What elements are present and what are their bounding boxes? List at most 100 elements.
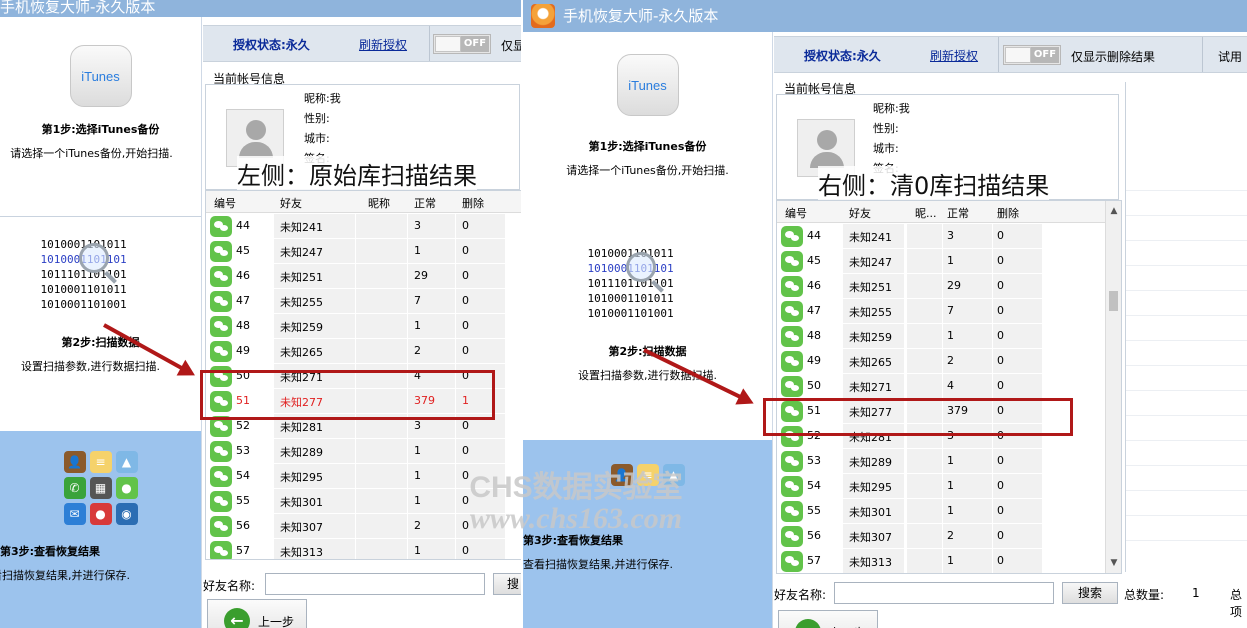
- row-deleted-count: 0: [462, 344, 469, 357]
- video-icon: ▦: [89, 477, 112, 499]
- nickname-field: 昵称:我: [873, 102, 910, 115]
- prev-step-button[interactable]: ← 上一步: [778, 610, 878, 628]
- step1-panel[interactable]: iTunes 第1步:选择iTunes备份 请选择一个iTunes备份,开始扫描…: [0, 45, 201, 161]
- row-normal-count: 1: [947, 454, 954, 467]
- col-normal[interactable]: 正常: [947, 205, 969, 221]
- table-row[interactable]: 47 未知255 7 0: [206, 289, 506, 314]
- col-normal[interactable]: 正常: [414, 195, 436, 211]
- scrollbar-thumb[interactable]: [1109, 291, 1118, 311]
- row-normal-count: 3: [414, 219, 421, 232]
- row-id: 57: [807, 554, 821, 567]
- prev-step-button[interactable]: ← 上一步: [207, 599, 307, 628]
- table-row[interactable]: 46 未知251 29 0: [777, 274, 1107, 299]
- table-row[interactable]: 55 未知301 1 0: [777, 499, 1107, 524]
- col-id[interactable]: 编号: [214, 195, 236, 211]
- table-row[interactable]: 48 未知259 1 0: [206, 314, 506, 339]
- left-sidebar: iTunes 第1步:选择iTunes备份 请选择一个iTunes备份,开始扫描…: [0, 17, 202, 628]
- row-normal-count: 29: [947, 279, 961, 292]
- step-divider: [0, 216, 201, 217]
- col-id[interactable]: 编号: [785, 205, 807, 221]
- step3-title: 第3步:查看恢复结果: [523, 534, 624, 547]
- friend-name-input[interactable]: [265, 573, 485, 595]
- table-row[interactable]: 57 未知313 1 0: [206, 539, 506, 559]
- col-deleted[interactable]: 删除: [997, 205, 1019, 221]
- table-row[interactable]: 53 未知289 1 0: [206, 439, 506, 464]
- row-normal-count: 1: [947, 254, 954, 267]
- row-normal-count: 1: [947, 554, 954, 567]
- row-id: 45: [236, 244, 250, 257]
- row-deleted-count: 0: [997, 504, 1004, 517]
- deleted-only-toggle[interactable]: OFF: [1003, 45, 1061, 65]
- col-nick[interactable]: 昵...: [915, 205, 937, 221]
- row-id: 44: [807, 229, 821, 242]
- step1-desc: 请选择一个iTunes备份,开始扫描.: [10, 147, 173, 160]
- wechat-icon: [210, 316, 232, 337]
- refresh-auth-link[interactable]: 刷新授权: [930, 47, 978, 64]
- step1-panel[interactable]: iTunes 第1步:选择iTunes备份 请选择一个iTunes备份,开始扫描…: [523, 54, 772, 178]
- photos-icon: ▲: [662, 464, 685, 486]
- table-row[interactable]: 48 未知259 1 0: [777, 324, 1107, 349]
- step3-panel[interactable]: 👤 ≡ ▲ 第3步:查看恢复结果 查看扫描恢复结果,并进行保存.: [523, 440, 772, 628]
- table-row[interactable]: 54 未知295 1 0: [777, 474, 1107, 499]
- binary-scan-icon: 1010001101011 1010001101101 101110110110…: [40, 238, 127, 311]
- trial-label[interactable]: 试用: [1218, 48, 1242, 65]
- toggle-knob: [1005, 47, 1031, 63]
- table-row[interactable]: 54 未知295 1 0: [206, 464, 506, 489]
- col-friend[interactable]: 好友: [849, 205, 871, 221]
- row-normal-count: 29: [414, 269, 428, 282]
- step1-title: 第1步:选择iTunes备份: [41, 123, 160, 136]
- left-window: 手机恢复大师-永久版本 iTunes 第1步:选择iTunes备份 请选择一个i…: [0, 0, 521, 628]
- table-row[interactable]: 45 未知247 1 0: [206, 239, 506, 264]
- refresh-auth-link[interactable]: 刷新授权: [359, 36, 407, 53]
- row-friend: 未知313: [849, 556, 892, 569]
- table-row[interactable]: 45 未知247 1 0: [777, 249, 1107, 274]
- table-row[interactable]: 56 未知307 2 0: [777, 524, 1107, 549]
- scroll-up-icon[interactable]: ▲: [1106, 203, 1121, 219]
- auth-status: 授权状态:永久: [233, 38, 310, 52]
- table-row[interactable]: 44 未知241 3 0: [777, 224, 1107, 249]
- col-deleted[interactable]: 删除: [462, 195, 484, 211]
- wechat-icon: [210, 516, 232, 537]
- table-row[interactable]: 47 未知255 7 0: [777, 299, 1107, 324]
- toggle-state: OFF: [461, 36, 489, 52]
- table-row[interactable]: 49 未知265 2 0: [777, 349, 1107, 374]
- table-row[interactable]: 46 未知251 29 0: [206, 264, 506, 289]
- right-highlight-box: [763, 398, 1073, 436]
- step2-panel[interactable]: 1010001101011 1010001101101 101110110110…: [523, 246, 772, 383]
- left-search-row: 好友名称: 搜: [203, 573, 521, 597]
- col-friend[interactable]: 好友: [280, 195, 302, 211]
- table-row[interactable]: 50 未知271 4 0: [777, 374, 1107, 399]
- row-normal-count: 2: [414, 519, 421, 532]
- step3-panel[interactable]: 👤 ≡ ▲ ✆ ▦ ● ✉ ● ◉ 第3步:查看恢复结果 查看扫描恢复结果,并进…: [0, 431, 201, 628]
- row-normal-count: 7: [414, 294, 421, 307]
- scroll-down-icon[interactable]: ▼: [1106, 555, 1121, 571]
- table-scrollbar[interactable]: ▲ ▼: [1105, 201, 1121, 573]
- table-row[interactable]: 57 未知313 1 0: [777, 549, 1107, 573]
- table-header: 编号 好友 昵... 正常 删除: [777, 201, 1121, 223]
- contacts-icon: 👤: [610, 464, 633, 486]
- table-row[interactable]: 55 未知301 1 0: [206, 489, 506, 514]
- right-annotation-label: 右侧：清0库扫描结果: [818, 166, 1050, 201]
- row-friend: 未知265: [849, 356, 892, 369]
- search-button[interactable]: 搜索: [1062, 582, 1118, 604]
- row-deleted-count: 0: [462, 519, 469, 532]
- row-id: 54: [807, 479, 821, 492]
- row-normal-count: 1: [947, 479, 954, 492]
- table-row[interactable]: 56 未知307 2 0: [206, 514, 506, 539]
- wechat-icon: [781, 276, 803, 297]
- table-row[interactable]: 49 未知265 2 0: [206, 339, 506, 364]
- row-id: 48: [236, 319, 250, 332]
- col-nick[interactable]: 昵称: [368, 195, 390, 211]
- row-deleted-count: 0: [462, 219, 469, 232]
- photos-icon: ▲: [115, 451, 138, 473]
- row-normal-count: 1: [414, 244, 421, 257]
- only-deleted-label: 仅显示删除结果: [501, 39, 521, 53]
- table-row[interactable]: 44 未知241 3 0: [206, 214, 506, 239]
- row-id: 46: [807, 279, 821, 292]
- deleted-only-toggle[interactable]: OFF: [433, 34, 491, 54]
- search-button[interactable]: 搜: [493, 573, 521, 595]
- wechat-icon: ●: [115, 477, 138, 499]
- friend-name-input[interactable]: [834, 582, 1054, 604]
- table-row[interactable]: 53 未知289 1 0: [777, 449, 1107, 474]
- step2-panel[interactable]: 1010001101011 1010001101101 101110110110…: [0, 237, 201, 374]
